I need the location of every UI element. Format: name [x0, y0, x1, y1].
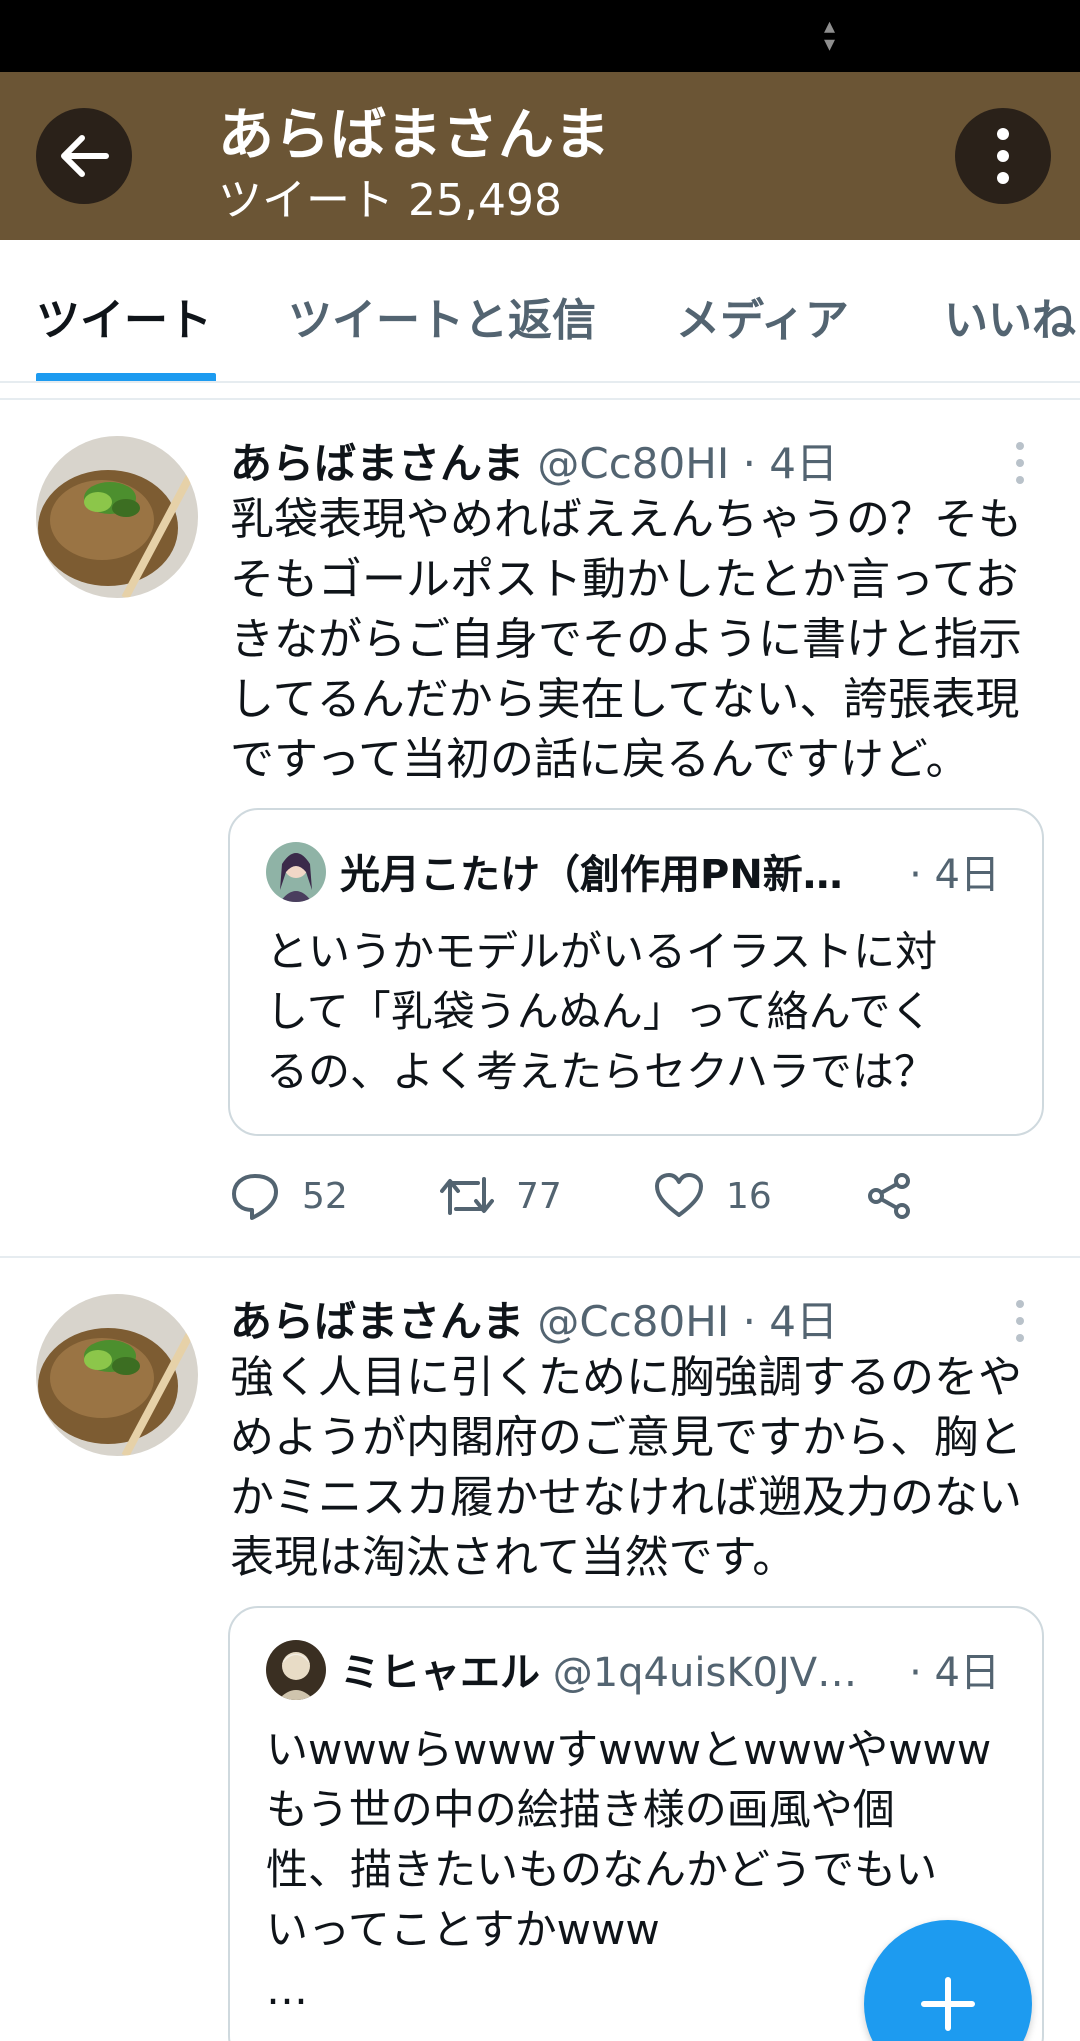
quote-author-name: ミヒャエル	[340, 1650, 540, 1696]
like-button[interactable]: 16	[654, 1166, 772, 1226]
tweet-time: · 4日	[742, 1297, 839, 1346]
food-photo-avatar-image	[36, 1294, 198, 1456]
tab-tweets[interactable]: ツイート	[36, 284, 212, 348]
author-name[interactable]: あらばまさんま	[230, 1297, 524, 1346]
tweet-header: あらばまさんま @Cc80HI · 4日	[230, 430, 839, 488]
status-bar: ▴ ▾	[0, 0, 1080, 72]
signal-icon: ▴ ▾	[824, 14, 836, 57]
quote-author-handle: @1q4uisK0JV…	[552, 1650, 858, 1696]
tweet-menu-icon[interactable]	[1000, 1296, 1040, 1346]
tweet-header: あらばまさんま @Cc80HI · 4日	[230, 1288, 839, 1346]
avatar[interactable]	[36, 1294, 198, 1456]
more-button[interactable]	[955, 108, 1051, 204]
retweet-button[interactable]: 77	[440, 1166, 562, 1226]
tweet-text: 乳袋表現やめればええんちゃうの？そも そもゴールポスト動かしたとか言ってお きな…	[230, 494, 1022, 785]
reply-count: 52	[302, 1175, 348, 1217]
active-tab-indicator	[36, 373, 216, 381]
more-vertical-icon	[997, 128, 1009, 184]
author-handle[interactable]: @Cc80HI	[537, 439, 729, 488]
quote-time: · 4日	[909, 1650, 1000, 1696]
retweet-icon	[440, 1177, 494, 1215]
arrow-left-icon	[61, 135, 109, 177]
divider	[0, 1256, 1080, 1258]
tab-tweets-replies[interactable]: ツイートと返信	[288, 284, 596, 348]
tweet-actions: 52 77 16	[230, 1166, 1030, 1226]
tab-media[interactable]: メディア	[676, 284, 849, 348]
retweet-count: 77	[516, 1175, 562, 1217]
quote-header: 光月こたけ（創作用PN新… · 4日	[340, 842, 1030, 902]
divider	[0, 398, 1080, 400]
food-photo-avatar-image	[36, 436, 198, 598]
plus-icon	[921, 1977, 975, 2031]
tweet-count: ツイート 25,498	[218, 175, 562, 226]
back-button[interactable]	[36, 108, 132, 204]
profile-header: あらばまさんま ツイート 25,498	[0, 72, 1080, 240]
reply-button[interactable]: 52	[230, 1166, 348, 1226]
quote-author-name: 光月こたけ（創作用PN新…	[340, 852, 843, 898]
share-icon	[868, 1173, 910, 1219]
quote-avatar	[266, 1640, 326, 1700]
quote-avatar	[266, 842, 326, 902]
profile-tabs: ツイート ツイートと返信 メディア いいね	[0, 240, 1080, 383]
author-handle[interactable]: @Cc80HI	[537, 1297, 729, 1346]
like-count: 16	[726, 1175, 772, 1217]
heart-icon	[655, 1173, 703, 1217]
quote-text: というかモデルがいるイラストに対 して「乳袋うんぬん」って絡んでく るの、よく考…	[266, 927, 938, 1096]
tweet-time: · 4日	[742, 439, 839, 488]
tab-likes[interactable]: いいね	[944, 284, 1076, 348]
share-button[interactable]	[866, 1166, 936, 1226]
tweet-menu-icon[interactable]	[1000, 438, 1040, 488]
avatar[interactable]	[36, 436, 198, 598]
quoted-tweet[interactable]: 光月こたけ（創作用PN新… · 4日 というかモデルがいるイラストに対 して「乳…	[228, 808, 1044, 1136]
quote-header: ミヒャエル @1q4uisK0JV… · 4日	[340, 1640, 1030, 1700]
reply-icon	[232, 1174, 278, 1220]
quote-time: · 4日	[909, 852, 1000, 898]
author-name[interactable]: あらばまさんま	[230, 439, 524, 488]
tweet-text: 強く人目に引くために胸強調するのをや めようが内閣府のご意見ですから、胸と かミ…	[230, 1352, 1022, 1583]
page-title: あらばまさんま	[218, 103, 610, 168]
